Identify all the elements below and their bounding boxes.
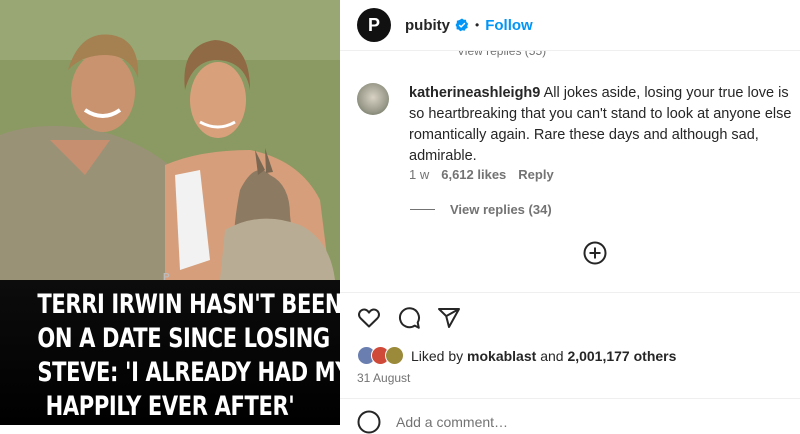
section-divider [340,292,800,293]
account-avatar[interactable]: P [357,8,391,42]
likes-prefix: Liked by [411,347,464,364]
likes-user[interactable]: mokablast [467,348,536,364]
account-username[interactable]: pubity [405,17,450,34]
follow-button[interactable]: Follow [485,17,533,34]
post-actions [357,306,461,330]
headline-line: TERRI IRWIN HASN'T BEEN [37,289,340,320]
section-divider [340,398,800,399]
likes-middle: and [540,347,564,364]
comment-time[interactable]: 1 w [409,167,429,182]
header-separator: • [475,18,480,32]
emoji-icon[interactable] [357,410,381,434]
post-header: P pubity • Follow [340,0,800,51]
likes-summary: Liked by mokablast and 2,001,177 others [357,346,676,365]
comment-avatar[interactable] [357,83,389,115]
post-sidebar: P pubity • Follow View replies (55) kath… [340,0,800,434]
share-icon[interactable] [437,306,461,330]
liker-avatar [385,346,404,365]
view-replies-button[interactable]: View replies (34) [410,202,552,217]
post-date[interactable]: 31 August [357,371,410,385]
photo-watermark-logo: P [163,272,170,283]
comment-body: katherineashleigh9 All jokes aside, losi… [409,83,797,167]
add-comment-row: Add a comment… [357,410,508,434]
headline-line: STEVE: 'I ALREADY HAD MY [37,357,340,388]
reply-button[interactable]: Reply [518,167,553,182]
post-headline: TERRI IRWIN HASN'T BEEN ON A DATE SINCE … [37,288,340,424]
replies-divider-line [410,209,435,210]
add-comment-input[interactable]: Add a comment… [396,414,508,430]
view-replies-label: View replies (34) [450,202,552,217]
comment-meta: 1 w 6,612 likes Reply [409,167,554,182]
post-image: P TERRI IRWIN HASN'T BEEN ON A DATE SINC… [0,0,340,425]
likes-text: Liked by mokablast and 2,001,177 others [411,348,676,364]
verified-badge-icon [455,18,469,32]
headline-line: HAPPILY EVER AFTER' [45,391,295,422]
heart-icon[interactable] [357,306,381,330]
comment-icon[interactable] [397,306,421,330]
comment-likes[interactable]: 6,612 likes [441,167,506,182]
plus-circle-icon[interactable] [583,241,607,265]
likes-count[interactable]: 2,001,177 others [567,348,676,364]
headline-line: ON A DATE SINCE LOSING [37,323,330,354]
comment-username[interactable]: katherineashleigh9 [409,85,540,101]
